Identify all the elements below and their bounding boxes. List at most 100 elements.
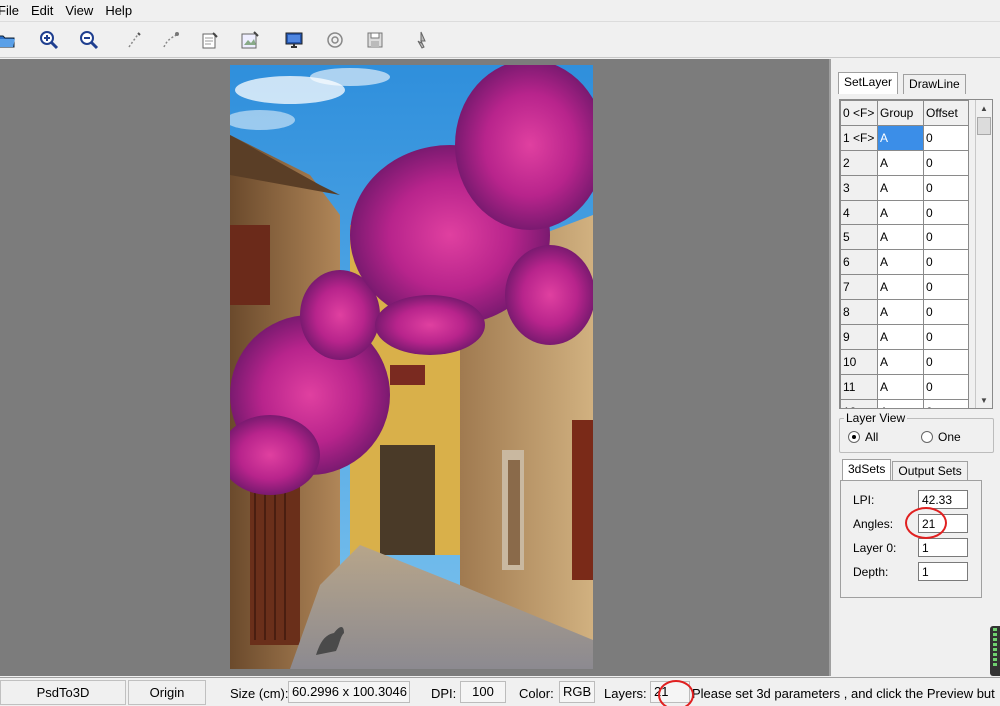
row-index[interactable]: 12 [840, 398, 878, 408]
scroll-down-icon[interactable]: ▼ [976, 392, 992, 408]
zoom-in-icon[interactable] [37, 28, 61, 52]
radio-one[interactable]: One [921, 430, 961, 444]
row-index[interactable]: 3 [840, 174, 878, 201]
menu-view[interactable]: View [59, 0, 99, 22]
menu-bar: File Edit View Help [0, 0, 1000, 22]
preview-image [230, 65, 593, 669]
layer-table: 0 <F> Group Offset 1 <F> A 0 2 A 0 3 A 0 4 A 0 5 A 0 6 A… [840, 100, 969, 408]
group-cell[interactable]: A [877, 124, 924, 151]
row-index[interactable]: 9 [840, 324, 878, 350]
grid-header-offset[interactable]: Offset [923, 100, 969, 126]
table-row[interactable]: 2A0 [840, 149, 969, 176]
offset-cell[interactable]: 0 [923, 324, 969, 350]
group-cell[interactable]: A [877, 149, 924, 176]
app-window: File Edit View Help SetLayer DrawLine 0 … [0, 0, 1000, 706]
offset-cell[interactable]: 0 [923, 124, 969, 151]
angles-highlight-circle [905, 507, 947, 539]
offset-cell[interactable]: 0 [923, 249, 969, 276]
image-edit-icon[interactable] [238, 28, 262, 52]
angles-label: Angles: [853, 517, 894, 531]
table-row[interactable]: 9A0 [840, 324, 969, 350]
table-row[interactable]: 11 A 0 [840, 373, 969, 400]
layers-highlight-circle [658, 680, 694, 706]
offset-cell[interactable]: 0 [923, 149, 969, 176]
scroll-up-icon[interactable]: ▲ [976, 100, 992, 116]
group-cell[interactable]: A [877, 348, 924, 375]
tab-setlayer[interactable]: SetLayer [838, 72, 899, 94]
offset-cell[interactable]: 0 [923, 299, 969, 326]
row-index[interactable]: 11 [840, 373, 878, 400]
status-origin[interactable]: Origin [128, 680, 206, 705]
group-cell[interactable]: A [877, 299, 924, 326]
grid-header-group[interactable]: Group [877, 100, 924, 126]
tab-3dsets[interactable]: 3dSets [842, 459, 892, 481]
3dsets-panel: LPI: Angles: Layer 0: Depth: [840, 480, 982, 598]
grid-header-index: 0 <F> [840, 100, 878, 126]
layer-grid[interactable]: 0 <F> Group Offset 1 <F> A 0 2 A 0 3 A 0 4 A 0 5 A 0 6 A… [839, 99, 993, 409]
offset-cell[interactable]: 0 [923, 348, 969, 375]
edit-curve-icon[interactable] [159, 28, 183, 52]
zoom-out-icon[interactable] [77, 28, 101, 52]
dpi-label: DPI: [431, 686, 457, 701]
group-cell[interactable]: A [877, 373, 924, 400]
offset-cell[interactable]: 0 [923, 398, 969, 408]
canvas-area[interactable] [0, 59, 831, 676]
tab-output-sets[interactable]: Output Sets [892, 461, 968, 481]
row-index[interactable]: 1 <F> [840, 124, 878, 151]
pen-icon[interactable] [122, 28, 146, 52]
target-icon[interactable] [323, 28, 347, 52]
grid-header-row: 0 <F> Group Offset [840, 100, 969, 126]
group-cell[interactable]: A [877, 398, 924, 408]
row-index[interactable]: 2 [840, 149, 878, 176]
table-row[interactable]: 5A0 [840, 224, 969, 251]
group-cell[interactable]: A [877, 174, 924, 201]
offset-cell[interactable]: 0 [923, 373, 969, 400]
group-cell[interactable]: A [877, 224, 924, 251]
table-row[interactable]: 3A0 [840, 174, 969, 201]
table-row[interactable]: 10 A 0 [840, 348, 969, 375]
layers-label: Layers: [604, 686, 647, 701]
group-cell[interactable]: A [877, 274, 924, 301]
menu-file[interactable]: File [0, 0, 25, 22]
pointer-icon[interactable] [410, 28, 434, 52]
layer0-input[interactable] [918, 538, 968, 557]
offset-cell[interactable]: 0 [923, 174, 969, 201]
row-index[interactable]: 10 [840, 348, 878, 375]
radio-one-label: One [938, 430, 961, 444]
scroll-thumb[interactable] [977, 117, 991, 135]
table-row[interactable]: 6A0 [840, 249, 969, 276]
row-index[interactable]: 8 [840, 299, 878, 326]
radio-one-indicator[interactable] [921, 431, 933, 443]
size-label: Size (cm): [230, 686, 289, 701]
row-index[interactable]: 4 [840, 199, 878, 226]
table-row[interactable]: 8A0 [840, 299, 969, 326]
save-icon[interactable] [363, 28, 387, 52]
row-index[interactable]: 6 [840, 249, 878, 276]
size-value: 60.2996 x 100.3046 [288, 681, 410, 703]
offset-cell[interactable]: 0 [923, 224, 969, 251]
offset-cell[interactable]: 0 [923, 199, 969, 226]
radio-all-indicator[interactable] [848, 431, 860, 443]
offset-cell[interactable]: 0 [923, 274, 969, 301]
color-label: Color: [519, 686, 554, 701]
group-cell[interactable]: A [877, 324, 924, 350]
group-cell[interactable]: A [877, 249, 924, 276]
color-value: RGB [559, 681, 595, 703]
table-row[interactable]: 1 <F> A 0 [840, 124, 969, 151]
depth-input[interactable] [918, 562, 968, 581]
table-row[interactable]: 12A0 [840, 398, 969, 408]
grid-scrollbar[interactable]: ▲ ▼ [975, 100, 992, 408]
row-index[interactable]: 5 [840, 224, 878, 251]
open-folder-icon[interactable] [0, 28, 18, 52]
table-row[interactable]: 7A0 [840, 274, 969, 301]
menu-edit[interactable]: Edit [25, 0, 59, 22]
row-index[interactable]: 7 [840, 274, 878, 301]
group-cell[interactable]: A [877, 199, 924, 226]
right-panel: SetLayer DrawLine 0 <F> Group Offset 1 <… [833, 59, 1000, 676]
menu-help[interactable]: Help [99, 0, 138, 22]
tab-drawline[interactable]: DrawLine [903, 74, 966, 94]
layer-edit-icon[interactable] [198, 28, 222, 52]
table-row[interactable]: 4A0 [840, 199, 969, 226]
monitor-icon[interactable] [282, 28, 306, 52]
radio-all[interactable]: All [848, 430, 878, 444]
